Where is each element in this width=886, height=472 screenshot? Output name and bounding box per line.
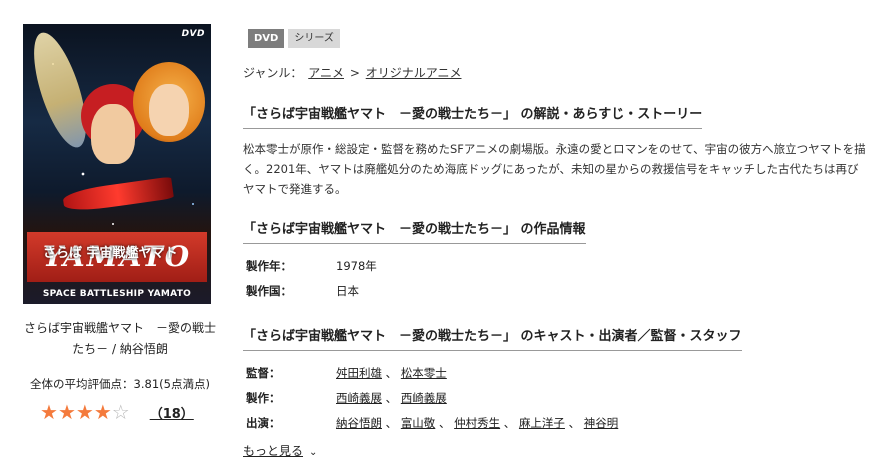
badge-series[interactable]: シリーズ <box>288 29 340 48</box>
genre-link-anime[interactable]: アニメ <box>308 66 344 80</box>
cast-section-title: 「さらば宇宙戦艦ヤマト －愛の戦士たち－」 のキャスト・出演者／監督・スタッフ <box>243 325 742 351</box>
product-title: さらば宇宙戦艦ヤマト －愛の戦士たち－ / 納谷悟朗 <box>23 321 216 356</box>
staff-names-director: 舛田利雄 、 松本零士 <box>336 366 447 380</box>
review-count-link[interactable]: （18） <box>150 403 194 422</box>
staff-link[interactable]: 松本零士 <box>401 366 447 380</box>
star-filled-icon: ★ <box>57 400 76 424</box>
genre-link-original-anime[interactable]: オリジナルアニメ <box>366 66 462 80</box>
cast-link[interactable]: 仲村秀生 <box>454 416 500 430</box>
staff-key-cast: 出演： <box>246 416 281 430</box>
badge-list: DVD シリーズ <box>248 29 340 48</box>
show-more-button[interactable]: もっと見る ⌄ <box>243 442 317 459</box>
genre-separator: > <box>349 66 360 80</box>
info-section-title: 「さらば宇宙戦艦ヤマト －愛の戦士たち－」 の作品情報 <box>243 218 586 244</box>
staff-names-producer: 西崎義展 、 西崎義展 <box>336 391 447 405</box>
story-text: 松本零士が原作・総設定・監督を務めたSFアニメの劇場版。永遠の愛とロマンをのせて… <box>243 142 866 196</box>
star-filled-icon: ★ <box>40 400 58 424</box>
staff-link[interactable]: 西崎義展 <box>401 391 447 405</box>
cover-subtitle: SPACE BATTLESHIP YAMATO <box>42 289 192 299</box>
star-rating: ★ ★ ★ ★ ☆ （18） <box>40 402 194 422</box>
staff-key-director: 監督： <box>246 366 281 380</box>
cover-figure-face <box>91 104 135 164</box>
review-count[interactable]: （18） <box>150 407 194 422</box>
staff-names-cast: 納谷悟朗 、 富山敬 、 仲村秀生 、 麻上洋子 、 神谷明 <box>336 416 619 430</box>
cast-link[interactable]: 納谷悟朗 <box>336 416 382 430</box>
cast-link[interactable]: 富山敬 <box>401 416 436 430</box>
average-rating-text: 全体の平均評価点：3.81(5点満点) <box>30 377 210 391</box>
info-value-year: 1978年 <box>336 259 377 273</box>
star-filled-icon: ★ <box>75 400 94 424</box>
show-more-label: もっと見る <box>243 444 304 458</box>
cover-figure-right-face <box>149 84 189 136</box>
cast-link[interactable]: 神谷明 <box>584 416 619 430</box>
staff-key-producer: 製作： <box>246 391 281 405</box>
info-key-country: 製作国： <box>246 284 292 298</box>
genre-label: ジャンル： <box>243 66 303 80</box>
cover-dvd-mark: DVD <box>181 29 205 39</box>
info-key-year: 製作年： <box>246 259 292 273</box>
cover-logo-jp: さらば 宇宙戦艦ヤマト <box>43 246 178 261</box>
genre-breadcrumb: ジャンル： アニメ > オリジナルアニメ <box>243 64 463 81</box>
star-filled-icon: ★ <box>93 400 112 424</box>
staff-link[interactable]: 西崎義展 <box>336 391 382 405</box>
info-value-country: 日本 <box>336 284 359 298</box>
cast-link[interactable]: 麻上洋子 <box>519 416 565 430</box>
story-section-title: 「さらば宇宙戦艦ヤマト －愛の戦士たち－」 の解説・あらすじ・ストーリー <box>243 103 703 129</box>
staff-link[interactable]: 舛田利雄 <box>336 366 382 380</box>
badge-dvd: DVD <box>248 29 285 48</box>
chevron-down-icon: ⌄ <box>309 447 318 458</box>
star-empty-icon: ☆ <box>111 400 130 424</box>
dvd-cover-image[interactable]: DVD YAMATO さらば 宇宙戦艦ヤマト SPACE BATTLESHIP … <box>23 24 211 304</box>
